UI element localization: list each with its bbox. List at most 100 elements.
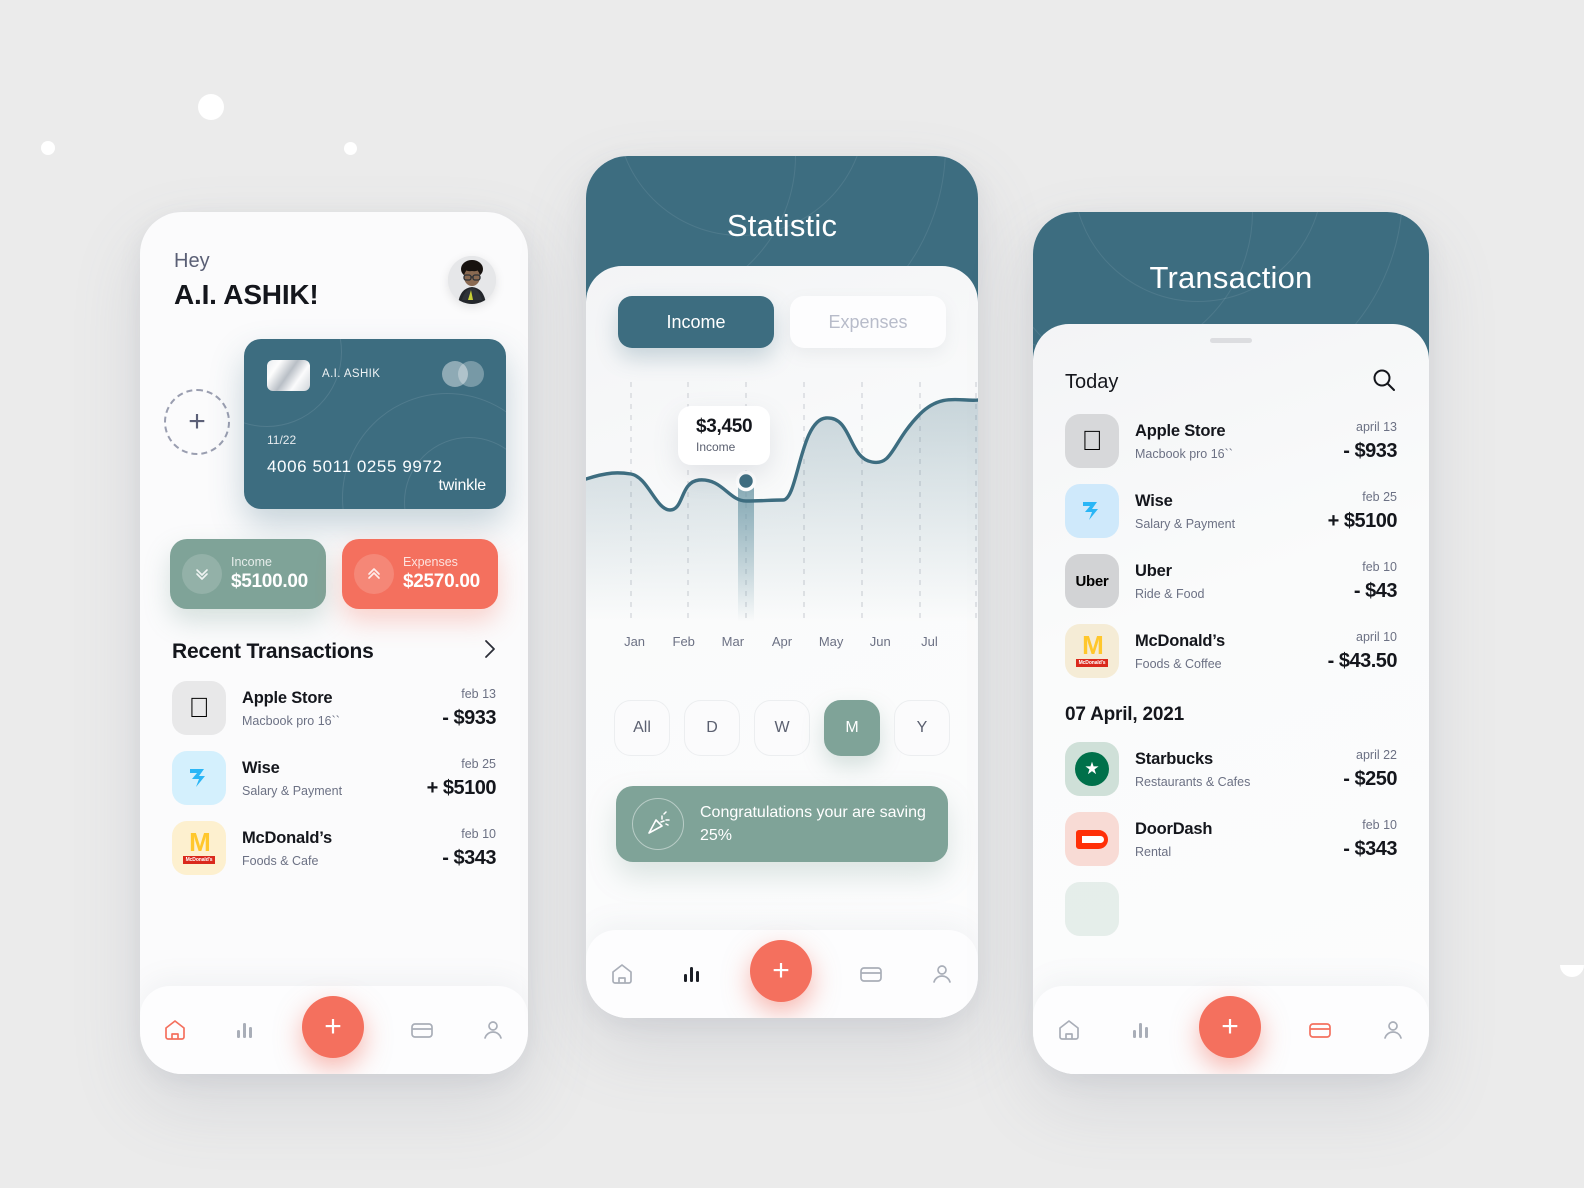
cards-area: + A.I. ASHIK 11/22 4006 5011 0255 9972 t… [140,339,528,517]
range-day[interactable]: D [684,700,740,756]
expenses-card[interactable]: Expenses $2570.00 [342,539,498,609]
range-selector: All D W M Y [586,682,978,756]
mastercard-icon [442,361,484,387]
card-holder-name: A.I. ASHIK [322,368,381,380]
transaction-date: feb 13 [461,686,496,701]
transaction-category: Salary & Payment [1135,516,1236,531]
transaction-name: Apple Store [1135,421,1226,440]
bottom-nav: + [140,986,528,1074]
tooltip-label: Income [696,440,736,454]
chevron-down-icon [182,554,222,594]
search-icon[interactable] [1371,367,1397,398]
mcdonalds-icon: M McDonald's [172,821,226,875]
nav-statistics[interactable] [1129,1018,1153,1042]
transaction-amount: + $5100 [1327,509,1398,532]
transaction-date: feb 10 [1362,559,1397,574]
doordash-icon [1065,812,1119,866]
transaction-name: McDonald’s [242,828,332,847]
expenses-amount: $2570.00 [403,571,480,592]
page-title: Statistic [726,208,838,243]
nav-cards[interactable] [858,961,884,987]
table-row[interactable]: Uber Uber Ride & Food feb 10 - $43 [1033,538,1429,608]
income-chart[interactable]: $3,450 Income Jan Feb Mar Apr May Jun Ju… [586,382,978,682]
nav-home[interactable] [1056,1017,1082,1043]
table-row[interactable]: M McDonald's McDonald’s Foods & Cafe feb … [140,805,528,875]
nav-statistics[interactable] [233,1018,257,1042]
x-tick: Jan [624,634,646,649]
add-card-button[interactable]: + [164,389,230,455]
nav-profile[interactable] [1380,1017,1406,1043]
wise-icon [1065,484,1119,538]
nav-cards[interactable] [1307,1017,1333,1043]
transaction-date: feb 10 [1362,817,1397,832]
tab-expenses[interactable]: Expenses [790,296,946,348]
nav-profile[interactable] [480,1017,506,1043]
nav-home[interactable] [609,961,635,987]
table-row[interactable]: Wise Salary & Payment feb 25 + $5100 [1033,468,1429,538]
bottom-nav: + [586,930,978,1018]
range-all[interactable]: All [614,700,670,756]
table-row[interactable]: DoorDash Rental feb 10 - $343 [1033,796,1429,866]
range-month[interactable]: M [824,700,880,756]
transaction-amount: - $250 [1343,767,1397,790]
apple-icon:  [172,681,226,735]
transaction-category: Foods & Coffee [1135,656,1222,671]
transaction-category: Macbook pro 16`` [242,713,340,728]
income-label: Income [231,555,272,569]
transaction-date: feb 25 [461,756,496,771]
transaction-category: Restaurants & Cafes [1135,774,1251,789]
range-week[interactable]: W [754,700,810,756]
table-row[interactable]: Wise Salary & Payment feb 25 + $5100 [140,735,528,805]
x-tick: Jun [869,634,891,649]
savings-banner[interactable]: Congratulations your are saving 25% [616,786,948,862]
date-group-header: 07 April, 2021 [1065,704,1185,725]
table-row[interactable]:  Apple Store Macbook pro 16`` feb 13 - … [140,665,528,735]
nav-home[interactable] [162,1017,188,1043]
transaction-name: Apple Store [242,688,333,707]
recent-transactions-header: Recent Transactions [140,609,528,665]
statistic-sheet: Income Expenses $3,450 Income Jan Feb Ma… [586,266,978,1018]
card-chip-icon [267,360,310,391]
transaction-amount: - $43.50 [1327,649,1398,672]
x-tick: Mar [721,634,745,649]
add-transaction-fab[interactable]: + [1198,996,1261,1058]
transaction-date: feb 10 [461,826,496,841]
nav-profile[interactable] [929,961,955,987]
chevron-right-icon[interactable] [484,639,496,665]
transaction-date: april 22 [1356,747,1397,762]
bank-card[interactable]: A.I. ASHIK 11/22 4006 5011 0255 9972 twi… [244,339,506,509]
table-row[interactable]: M McDonald's McDonald’s Foods & Coffee ap… [1033,608,1429,678]
transaction-amount: - $43 [1353,579,1398,602]
today-label: Today [1065,371,1119,393]
x-tick: Apr [771,634,793,649]
add-transaction-fab[interactable]: + [301,996,364,1058]
nav-cards[interactable] [409,1017,435,1043]
chart-x-axis: Jan Feb Mar Apr May Jun Jul [586,634,978,649]
add-transaction-fab[interactable]: + [749,940,812,1002]
nav-statistics[interactable] [680,962,704,986]
dated-transaction-list: ★ Starbucks Restaurants & Cafes april 22… [1033,726,1429,936]
transaction-category: Macbook pro 16`` [1135,446,1233,461]
table-row[interactable]: ★ Starbucks Restaurants & Cafes april 22… [1033,726,1429,796]
page-title: Transaction [1149,260,1313,295]
chevron-up-icon [354,554,394,594]
transaction-screen: Transaction Today  Apple Store Macbook … [1033,212,1429,1074]
income-card[interactable]: Income $5100.00 [170,539,326,609]
segmented-control: Income Expenses [586,266,978,348]
background-dot-large [198,94,224,120]
avatar[interactable] [448,256,496,304]
transaction-sheet: Today  Apple Store Macbook pro 16`` apr… [1033,324,1429,1074]
transaction-category: Rental [1135,844,1172,859]
summary-row: Income $5100.00 Expenses $2570.00 [140,517,528,609]
transaction-name: Starbucks [1135,749,1213,768]
table-row[interactable]:  Apple Store Macbook pro 16`` april 13 … [1033,398,1429,468]
transaction-date: feb 25 [1362,489,1397,504]
apple-icon:  [1065,414,1119,468]
tab-income[interactable]: Income [618,296,774,348]
background-half-circle [1560,965,1584,977]
range-year[interactable]: Y [894,700,950,756]
transaction-name: McDonald’s [1135,631,1225,650]
today-transaction-list:  Apple Store Macbook pro 16`` april 13 … [1033,398,1429,678]
transaction-name: Wise [1135,491,1173,510]
table-row-partial[interactable] [1033,866,1429,936]
